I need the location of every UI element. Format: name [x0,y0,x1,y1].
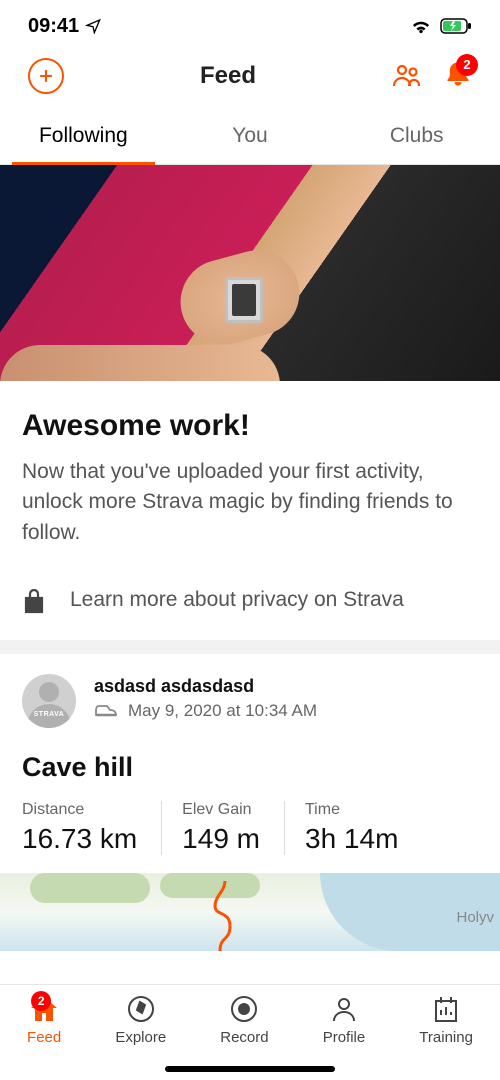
route-path-icon [195,881,245,951]
nav-label: Feed [27,1029,61,1046]
activity-map[interactable]: Holyv [0,873,500,951]
record-icon [230,995,258,1023]
nav-profile[interactable]: Profile [323,995,366,1056]
hero-title: Awesome work! [22,409,478,443]
activity-title: Cave hill [22,752,478,783]
nav-label: Profile [323,1029,366,1046]
home-indicator[interactable] [165,1066,335,1072]
hero-text: Now that you've uploaded your first acti… [22,457,478,548]
activity-card[interactable]: STRAVA asdasd asdasdasd May 9, 2020 at 1… [0,654,500,855]
hero-card: Awesome work! Now that you've uploaded y… [0,381,500,566]
activity-date: May 9, 2020 at 10:34 AM [128,701,317,721]
stat-value: 16.73 km [22,823,137,855]
privacy-text: Learn more about privacy on Strava [70,588,404,612]
nav-training[interactable]: Training [419,995,473,1056]
avatar-placeholder-label: STRAVA [22,711,76,718]
compass-icon [127,995,155,1023]
avatar[interactable]: STRAVA [22,674,76,728]
stat-time: Time 3h 14m [284,801,422,855]
notifications-badge: 2 [456,54,478,76]
page-title: Feed [200,62,256,90]
status-time: 09:41 [28,15,101,38]
lock-icon [22,586,46,614]
find-friends-icon[interactable] [392,64,422,88]
stat-label: Time [305,801,398,819]
status-bar: 09:41 [0,0,500,50]
user-name[interactable]: asdasd asdasdasd [94,676,317,697]
section-divider [0,640,500,654]
nav-label: Record [220,1029,268,1046]
stat-value: 149 m [182,823,260,855]
tab-you[interactable]: You [167,108,334,164]
shoe-icon [94,703,118,719]
add-button[interactable] [28,58,64,94]
stat-elev: Elev Gain 149 m [161,801,284,855]
time-text: 09:41 [28,15,79,38]
nav-label: Explore [115,1029,166,1046]
nav-label: Training [419,1029,473,1046]
top-bar: Feed 2 [0,50,500,108]
privacy-link[interactable]: Learn more about privacy on Strava [0,566,500,640]
nav-explore[interactable]: Explore [115,995,166,1056]
training-icon [433,995,459,1023]
stat-value: 3h 14m [305,823,398,855]
profile-icon [330,995,358,1023]
stat-distance: Distance 16.73 km [22,801,161,855]
plus-icon [36,66,56,86]
wifi-icon [410,17,432,35]
feed-tabs: Following You Clubs [0,108,500,165]
activity-stats: Distance 16.73 km Elev Gain 149 m Time 3… [22,801,478,855]
status-icons [410,17,472,35]
nav-feed[interactable]: 2 Feed [27,995,61,1056]
battery-icon [440,18,472,34]
notifications-button[interactable]: 2 [444,60,472,93]
tab-clubs[interactable]: Clubs [333,108,500,164]
tab-following[interactable]: Following [0,108,167,164]
top-actions: 2 [392,60,472,93]
map-place-label: Holyv [456,909,494,926]
location-icon [85,18,101,34]
hero-image [0,165,500,381]
activity-header: STRAVA asdasd asdasdasd May 9, 2020 at 1… [22,674,478,728]
stat-label: Elev Gain [182,801,260,819]
stat-label: Distance [22,801,137,819]
nav-record[interactable]: Record [220,995,268,1056]
activity-date-row: May 9, 2020 at 10:34 AM [94,701,317,721]
activity-meta: asdasd asdasdasd May 9, 2020 at 10:34 AM [94,674,317,728]
